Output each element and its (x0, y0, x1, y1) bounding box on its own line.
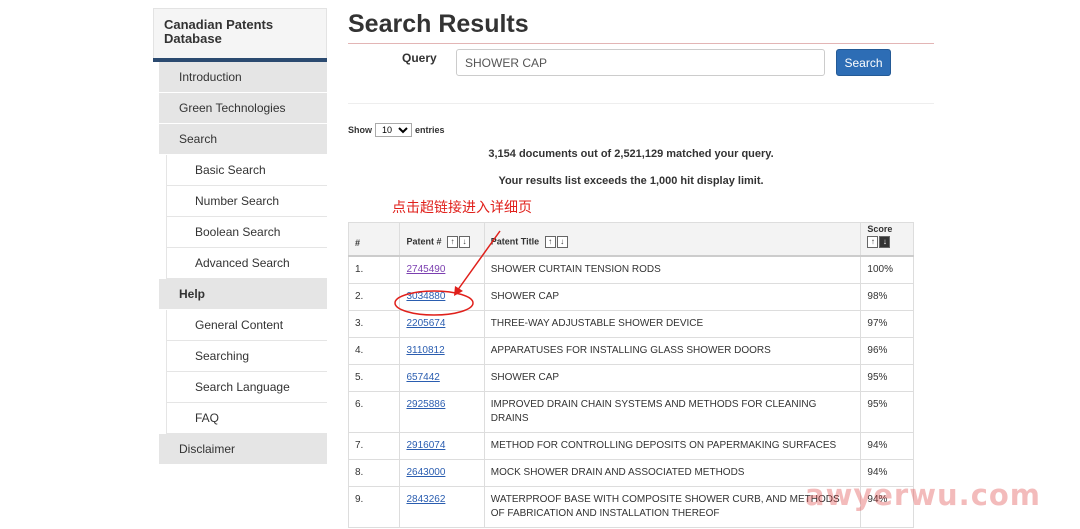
title-divider (348, 43, 934, 44)
row-score: 94% (860, 431, 914, 460)
sort-down-icon[interactable]: ↓ (879, 235, 891, 248)
sidebar-title: Canadian Patents Database (153, 8, 327, 58)
row-patent-cell: 2916074 (399, 431, 485, 460)
row-patent-cell: 2925886 (399, 390, 485, 433)
sidebar-item-disclaimer[interactable]: Disclaimer (159, 434, 327, 465)
sidebar-item-number-search[interactable]: Number Search (166, 186, 327, 217)
sort-up-icon[interactable]: ↑ (544, 235, 556, 248)
patent-number-link[interactable]: 2745490 (406, 264, 445, 275)
sort-patent-control[interactable]: ↑ ↓ (446, 235, 470, 248)
row-patent-title: SHOWER CURTAIN TENSION RODS (483, 255, 862, 284)
patent-number-link[interactable]: 2925886 (406, 399, 445, 410)
table-header-row: # Patent # ↑ ↓ Patent Title ↑ ↓ Score ↑ ↓ (347, 222, 914, 257)
row-patent-title: APPARATUSES FOR INSTALLING GLASS SHOWER … (483, 336, 862, 365)
entries-label: entries (415, 125, 445, 135)
row-patent-cell: 2745490 (399, 255, 485, 284)
header-score-label: Score (867, 223, 893, 234)
row-patent-title: METHOD FOR CONTROLLING DEPOSITS ON PAPER… (483, 431, 862, 460)
table-row: 6. 2925886 IMPROVED DRAIN CHAIN SYSTEMS AN… (347, 390, 914, 433)
sort-title-control[interactable]: ↑ ↓ (544, 235, 568, 248)
table-row: 2. 3034880 SHOWER CAP 98% (347, 282, 914, 311)
section-divider (348, 103, 934, 104)
sort-score-control[interactable]: ↑ ↓ (867, 235, 891, 248)
row-number: 2. (347, 282, 401, 311)
sidebar-item-boolean-search[interactable]: Boolean Search (166, 217, 327, 248)
query-input[interactable] (456, 49, 825, 76)
sidebar-item-search[interactable]: Search (159, 124, 327, 155)
row-score: 98% (860, 282, 914, 311)
header-score[interactable]: Score ↑ ↓ (860, 222, 914, 257)
row-patent-cell: 3034880 (399, 282, 485, 311)
patent-number-link[interactable]: 2916074 (406, 440, 445, 451)
sort-down-icon[interactable]: ↓ (556, 235, 568, 248)
entries-per-page-select[interactable]: 10 (375, 123, 412, 137)
row-patent-title: SHOWER CAP (483, 282, 862, 311)
row-score: 100% (860, 255, 914, 284)
query-label: Query (402, 51, 437, 65)
table-row: 1. 2745490 SHOWER CURTAIN TENSION RODS 100% (347, 255, 914, 284)
sidebar-item-general-content[interactable]: General Content (166, 310, 327, 341)
sidebar-item-search-language[interactable]: Search Language (166, 372, 327, 403)
row-patent-cell: 2843262 (399, 485, 485, 528)
row-patent-cell: 657442 (399, 363, 485, 392)
row-score: 96% (860, 336, 914, 365)
patent-number-link[interactable]: 2205674 (406, 318, 445, 329)
sidebar-item-green-technologies[interactable]: Green Technologies (159, 93, 327, 124)
patent-number-link[interactable]: 2843262 (406, 494, 445, 505)
sidebar-item-basic-search[interactable]: Basic Search (166, 155, 327, 186)
row-patent-title: SHOWER CAP (483, 363, 862, 392)
sidebar-item-searching[interactable]: Searching (166, 341, 327, 372)
patent-number-link[interactable]: 3110812 (406, 345, 444, 356)
header-number: # (347, 222, 401, 257)
row-number: 5. (347, 363, 401, 392)
row-patent-title: IMPROVED DRAIN CHAIN SYSTEMS AND METHODS… (483, 390, 862, 433)
sidebar-item-help[interactable]: Help (159, 279, 327, 310)
row-patent-cell: 2643000 (399, 458, 485, 487)
watermark-text: awyerwu.com (805, 478, 1042, 512)
sort-up-icon[interactable]: ↑ (446, 235, 458, 248)
match-count-message: 3,154 documents out of 2,521,129 matched… (488, 148, 774, 160)
row-number: 1. (347, 255, 401, 284)
page-title: Search Results (348, 10, 529, 38)
sidebar: Canadian Patents Database Introduction G… (153, 8, 327, 465)
row-number: 7. (347, 431, 401, 460)
table-row: 3. 2205674 THREE-WAY ADJUSTABLE SHOWER DEV… (347, 309, 914, 338)
header-title-label: Patent Title (490, 235, 540, 246)
table-row: 4. 3110812 APPARATUSES FOR INSTALLING GLAS… (347, 336, 914, 365)
row-score: 95% (860, 363, 914, 392)
header-patent-title[interactable]: Patent Title ↑ ↓ (483, 222, 862, 257)
row-number: 6. (347, 390, 401, 433)
row-number: 3. (347, 309, 401, 338)
row-patent-title: THREE-WAY ADJUSTABLE SHOWER DEVICE (483, 309, 862, 338)
search-button[interactable]: Search (836, 49, 891, 76)
sort-up-icon[interactable]: ↑ (867, 235, 879, 248)
show-entries-control: Show 10 entries (348, 123, 445, 137)
row-number: 4. (347, 336, 401, 365)
row-patent-cell: 2205674 (399, 309, 485, 338)
row-number: 8. (347, 458, 401, 487)
sidebar-item-faq[interactable]: FAQ (166, 403, 327, 434)
patent-number-link[interactable]: 657442 (406, 372, 439, 383)
show-label: Show (348, 125, 372, 135)
table-row: 5. 657442 SHOWER CAP 95% (347, 363, 914, 392)
row-number: 9. (347, 485, 401, 528)
patent-number-link[interactable]: 2643000 (406, 467, 445, 478)
hit-limit-message: Your results list exceeds the 1,000 hit … (498, 175, 764, 187)
patent-number-link[interactable]: 3034880 (406, 291, 445, 302)
table-row: 7. 2916074 METHOD FOR CONTROLLING DEPOSITS… (347, 431, 914, 460)
header-patent-label: Patent # (406, 235, 442, 246)
sidebar-item-advanced-search[interactable]: Advanced Search (166, 248, 327, 279)
row-score: 97% (860, 309, 914, 338)
row-patent-cell: 3110812 (399, 336, 485, 365)
annotation-text: 点击超链接进入详细页 (392, 200, 532, 216)
sidebar-item-introduction[interactable]: Introduction (159, 62, 327, 93)
sort-down-icon[interactable]: ↓ (458, 235, 470, 248)
header-patent-number[interactable]: Patent # ↑ ↓ (399, 222, 485, 257)
row-score: 95% (860, 390, 914, 433)
